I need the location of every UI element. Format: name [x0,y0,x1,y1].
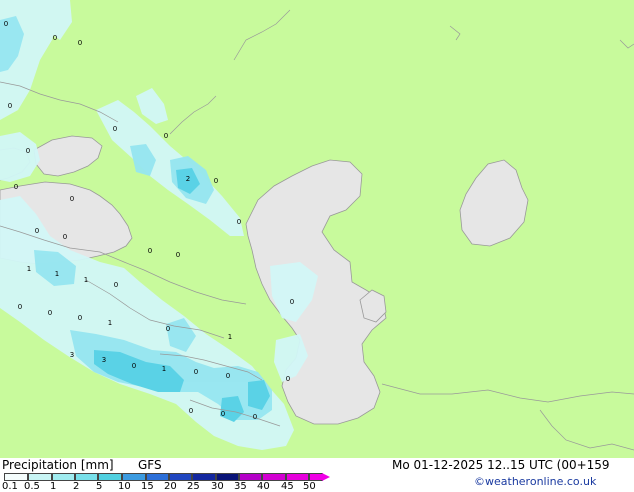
map-value: 0 [48,309,52,317]
map-value: 1 [55,270,59,278]
map-value: 0 [237,218,241,226]
map-value: 1 [228,333,232,341]
legend-label: 45 [281,481,294,492]
legend-swatch-13 [309,473,323,481]
legend-swatch-5 [122,473,146,481]
map-value: 0 [194,368,198,376]
legend-swatch-2 [52,473,75,481]
map-value: 0 [214,177,218,185]
map-value: 0 [113,125,117,133]
map-value: 0 [176,251,180,259]
map-value: 3 [70,351,74,359]
map-value: 0 [221,410,225,418]
map-value: 0 [18,303,22,311]
precipitation-map: 0 0 0 0 0 0 0 2 0 0 0 0 0 0 0 0 1 1 1 0 … [0,0,634,458]
legend-label: 2 [73,481,80,492]
legend-label: 30 [211,481,224,492]
map-value: 0 [189,407,193,415]
legend-label: 10 [118,481,131,492]
legend-arrow [322,473,330,481]
map-value: 1 [84,276,88,284]
legend-label: 35 [234,481,247,492]
map-value: 0 [253,413,257,421]
map-value: 0 [286,375,290,383]
map-value: 0 [132,362,136,370]
legend-label: 50 [303,481,316,492]
valid-time: Mo 01-12-2025 12..15 UTC (00+159 [392,458,610,472]
map-value: 0 [63,233,67,241]
map-value: 0 [14,183,18,191]
legend-swatch-7 [169,473,192,481]
legend-swatch-11 [262,473,286,481]
map-value: 3 [102,356,106,364]
legend-swatch-10 [239,473,262,481]
map-value: 0 [290,298,294,306]
map-value: 0 [164,132,168,140]
legend-label: 40 [257,481,270,492]
legend-label: 5 [96,481,103,492]
legend-label: 20 [164,481,177,492]
legend-swatch-8 [192,473,216,481]
legend-swatch-9 [216,473,239,481]
map-value: 0 [26,147,30,155]
map-value: 1 [27,265,31,273]
map-value: 0 [78,39,82,47]
map-value: 0 [53,34,57,42]
map-value: 2 [186,175,190,183]
legend-label: 0.1 [2,481,18,492]
map-value: 0 [70,195,74,203]
model-name: GFS [138,458,162,472]
map-value: 1 [162,365,166,373]
credit-link[interactable]: ©weatheronline.co.uk [474,475,596,488]
legend-swatch-12 [286,473,309,481]
legend-swatch-0 [4,473,28,481]
map-title: Precipitation [mm] [2,458,114,472]
legend-label: 0.5 [24,481,40,492]
map-value: 0 [35,227,39,235]
map-value: 0 [78,314,82,322]
legend-label: 1 [50,481,57,492]
legend-swatch-6 [146,473,169,481]
map-value: 0 [166,325,170,333]
map-value: 0 [226,372,230,380]
legend-bar: Precipitation [mm] GFS Mo 01-12-2025 12.… [0,458,634,492]
legend-swatch-1 [28,473,52,481]
legend-swatch-3 [75,473,98,481]
legend-swatch-4 [98,473,122,481]
legend-label: 15 [141,481,154,492]
map-value: 0 [148,247,152,255]
map-value: 0 [4,20,8,28]
map-value: 0 [114,281,118,289]
legend-label: 25 [187,481,200,492]
map-value: 0 [8,102,12,110]
map-value: 1 [108,319,112,327]
